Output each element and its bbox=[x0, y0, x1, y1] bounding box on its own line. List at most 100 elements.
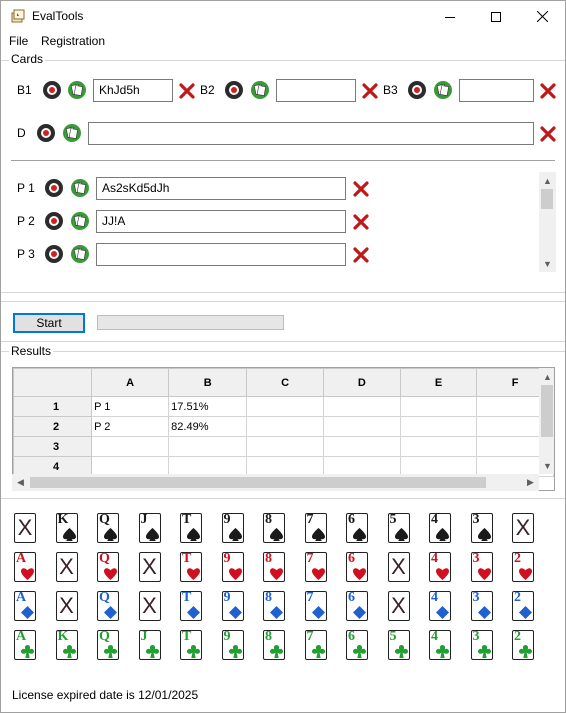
card-3-spade[interactable]: 3 bbox=[470, 513, 493, 543]
card-used[interactable]: X bbox=[138, 552, 161, 582]
chip-icon[interactable] bbox=[44, 244, 64, 264]
grid-cell[interactable]: P 1 bbox=[91, 396, 170, 417]
row-header[interactable]: 2 bbox=[13, 416, 93, 437]
card-used[interactable]: X bbox=[512, 513, 534, 543]
players-scrollbar[interactable]: ▲ ▼ bbox=[539, 172, 556, 272]
grid-cell[interactable]: 17.51% bbox=[168, 396, 248, 417]
scroll-right-icon[interactable]: ▶ bbox=[522, 474, 539, 491]
card-used[interactable]: X bbox=[138, 591, 161, 621]
card-used[interactable]: X bbox=[387, 591, 410, 621]
card-used[interactable]: X bbox=[387, 552, 410, 582]
clear-icon[interactable] bbox=[540, 83, 556, 99]
card-4-diamond[interactable]: 4 bbox=[429, 591, 451, 621]
cards-picker-icon[interactable] bbox=[70, 244, 90, 264]
player-p1-input[interactable]: As2sKd5dJh bbox=[96, 177, 346, 200]
card-2-diamond[interactable]: 2 bbox=[512, 591, 534, 621]
card-8-diamond[interactable]: 8 bbox=[263, 591, 285, 621]
chip-icon[interactable] bbox=[407, 80, 427, 100]
cards-picker-icon[interactable] bbox=[67, 80, 87, 100]
scroll-up-icon[interactable]: ▲ bbox=[539, 172, 556, 189]
column-header[interactable]: B bbox=[168, 368, 248, 397]
card-7-diamond[interactable]: 7 bbox=[304, 591, 327, 621]
player-p3-input[interactable] bbox=[96, 243, 346, 266]
card-8-spade[interactable]: 8 bbox=[263, 513, 285, 543]
card-q-diamond[interactable]: Q bbox=[97, 591, 119, 621]
close-button[interactable] bbox=[519, 1, 565, 32]
results-hscrollbar[interactable]: ◀ ▶ bbox=[12, 474, 539, 491]
card-7-club[interactable]: 7 bbox=[304, 630, 327, 660]
card-t-heart[interactable]: T bbox=[180, 552, 202, 582]
cards-picker-icon[interactable] bbox=[62, 123, 82, 143]
grid-cell[interactable] bbox=[399, 416, 478, 437]
chip-icon[interactable] bbox=[42, 80, 62, 100]
cards-picker-icon[interactable] bbox=[433, 80, 453, 100]
card-t-club[interactable]: T bbox=[180, 630, 202, 660]
card-j-club[interactable]: J bbox=[138, 630, 161, 660]
card-9-club[interactable]: 9 bbox=[221, 630, 244, 660]
card-a-heart[interactable]: A bbox=[14, 552, 36, 582]
chip-icon[interactable] bbox=[44, 211, 64, 231]
column-header[interactable]: A bbox=[91, 368, 170, 397]
scroll-up-icon[interactable]: ▲ bbox=[539, 368, 554, 385]
clear-icon[interactable] bbox=[362, 83, 378, 99]
card-t-spade[interactable]: T bbox=[180, 513, 202, 543]
board-b3-input[interactable] bbox=[459, 79, 534, 102]
dead-cards-input[interactable] bbox=[88, 122, 534, 145]
card-3-heart[interactable]: 3 bbox=[470, 552, 493, 582]
card-6-heart[interactable]: 6 bbox=[346, 552, 368, 582]
card-6-club[interactable]: 6 bbox=[346, 630, 368, 660]
grid-cell[interactable] bbox=[91, 436, 170, 457]
card-a-diamond[interactable]: A bbox=[14, 591, 36, 621]
grid-cell[interactable]: P 2 bbox=[91, 416, 170, 437]
card-7-spade[interactable]: 7 bbox=[304, 513, 327, 543]
card-4-heart[interactable]: 4 bbox=[429, 552, 451, 582]
card-9-spade[interactable]: 9 bbox=[221, 513, 244, 543]
card-5-club[interactable]: 5 bbox=[387, 630, 410, 660]
card-3-diamond[interactable]: 3 bbox=[470, 591, 493, 621]
column-header[interactable]: D bbox=[322, 368, 401, 397]
grid-cell[interactable] bbox=[322, 416, 401, 437]
menu-registration[interactable]: Registration bbox=[41, 34, 105, 48]
scroll-down-icon[interactable]: ▼ bbox=[539, 255, 556, 272]
card-q-club[interactable]: Q bbox=[97, 630, 119, 660]
cards-picker-icon[interactable] bbox=[70, 178, 90, 198]
card-8-club[interactable]: 8 bbox=[263, 630, 285, 660]
card-9-diamond[interactable]: 9 bbox=[221, 591, 244, 621]
scrollbar-thumb[interactable] bbox=[541, 385, 553, 437]
grid-cell[interactable] bbox=[322, 396, 401, 417]
card-used[interactable]: X bbox=[14, 513, 36, 543]
chip-icon[interactable] bbox=[224, 80, 244, 100]
clear-icon[interactable] bbox=[353, 181, 369, 197]
clear-icon[interactable] bbox=[353, 247, 369, 263]
grid-cell[interactable] bbox=[246, 436, 324, 457]
card-4-spade[interactable]: 4 bbox=[429, 513, 451, 543]
card-t-diamond[interactable]: T bbox=[180, 591, 202, 621]
clear-icon[interactable] bbox=[540, 126, 556, 142]
card-k-club[interactable]: K bbox=[55, 630, 78, 660]
grid-cell[interactable] bbox=[168, 436, 248, 457]
card-4-club[interactable]: 4 bbox=[429, 630, 451, 660]
card-6-diamond[interactable]: 6 bbox=[346, 591, 368, 621]
row-header[interactable]: 1 bbox=[13, 396, 93, 417]
card-8-heart[interactable]: 8 bbox=[263, 552, 285, 582]
card-7-heart[interactable]: 7 bbox=[304, 552, 327, 582]
board-b1-input[interactable]: KhJd5h bbox=[93, 79, 173, 102]
results-vscrollbar[interactable]: ▲ ▼ bbox=[539, 368, 554, 474]
chip-icon[interactable] bbox=[44, 178, 64, 198]
card-j-spade[interactable]: J bbox=[138, 513, 161, 543]
card-used[interactable]: X bbox=[55, 591, 78, 621]
scrollbar-thumb[interactable] bbox=[30, 477, 486, 488]
menu-file[interactable]: File bbox=[9, 34, 28, 48]
clear-icon[interactable] bbox=[353, 214, 369, 230]
card-k-spade[interactable]: K bbox=[55, 513, 78, 543]
minimize-button[interactable] bbox=[427, 1, 473, 32]
card-9-heart[interactable]: 9 bbox=[221, 552, 244, 582]
column-header[interactable]: C bbox=[246, 368, 324, 397]
clear-icon[interactable] bbox=[179, 83, 195, 99]
grid-cell[interactable]: 82.49% bbox=[168, 416, 248, 437]
grid-cell[interactable] bbox=[246, 416, 324, 437]
card-6-spade[interactable]: 6 bbox=[346, 513, 368, 543]
start-button[interactable]: Start bbox=[13, 313, 85, 333]
row-header[interactable]: 3 bbox=[13, 436, 93, 457]
card-2-heart[interactable]: 2 bbox=[512, 552, 534, 582]
